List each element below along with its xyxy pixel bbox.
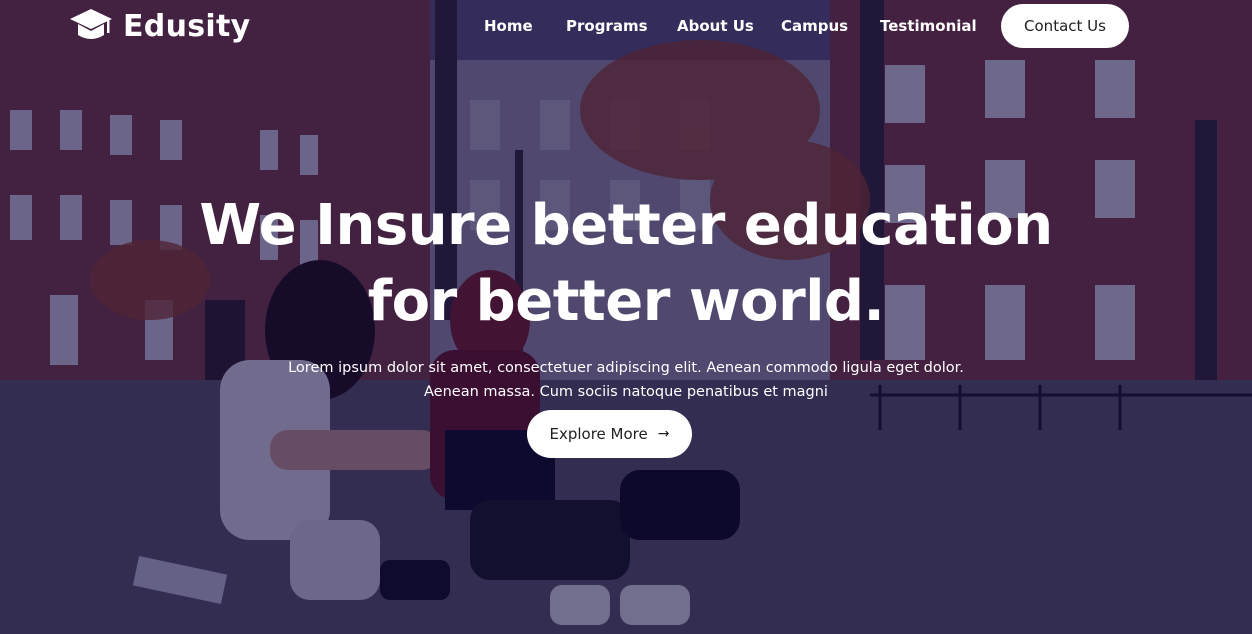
- top-navbar: Edusity Home Programs About Us Campus Te…: [0, 0, 1252, 54]
- hero-title-line-2: for better world.: [367, 269, 885, 334]
- hero-title-line-1: We Insure better education: [199, 193, 1053, 258]
- nav-item-programs[interactable]: Programs: [566, 17, 648, 35]
- hero-description-line-1: Lorem ipsum dolor sit amet, consectetuer…: [288, 360, 964, 376]
- explore-more-button[interactable]: Explore More →: [527, 410, 692, 458]
- nav-item-about-us[interactable]: About Us: [677, 17, 754, 35]
- nav-item-campus[interactable]: Campus: [781, 17, 848, 35]
- hero-description-line-2: Aenean massa. Cum sociis natoque penatib…: [424, 384, 828, 400]
- hero-title: We Insure better education for better wo…: [176, 188, 1076, 340]
- contact-us-button[interactable]: Contact Us: [1001, 4, 1129, 48]
- nav-item-home[interactable]: Home: [484, 17, 533, 35]
- hero-content: We Insure better education for better wo…: [0, 188, 1252, 404]
- hero-description: Lorem ipsum dolor sit amet, consectetuer…: [276, 356, 976, 404]
- nav-item-testimonial[interactable]: Testimonial: [880, 17, 977, 35]
- explore-more-label: Explore More: [549, 425, 648, 443]
- hero-section: Edusity Home Programs About Us Campus Te…: [0, 0, 1252, 634]
- arrow-right-icon: →: [657, 426, 670, 442]
